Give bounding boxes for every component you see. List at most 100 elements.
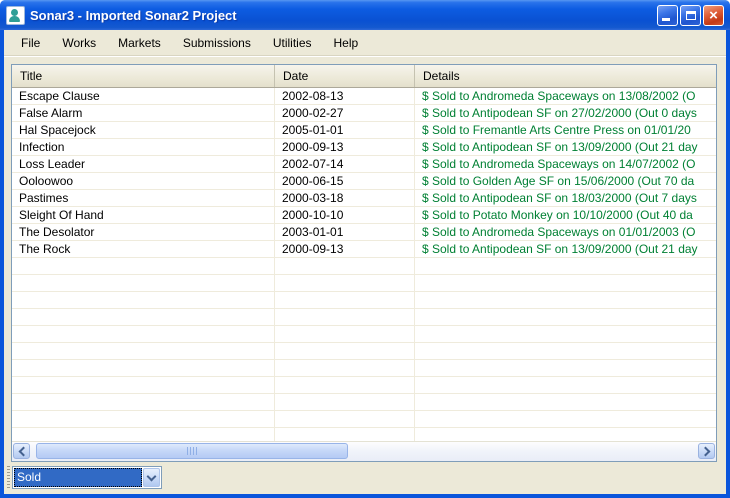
cell-details: $ Sold to Potato Monkey on 10/10/2000 (O…	[422, 208, 693, 222]
title-bar[interactable]: Sonar3 - Imported Sonar2 Project ×	[0, 0, 730, 30]
cell-date: 2000-06-15	[275, 173, 415, 189]
cell-date	[275, 326, 415, 342]
horizontal-scrollbar[interactable]	[12, 441, 716, 461]
cell-title: Pastimes	[12, 190, 275, 206]
column-header-title[interactable]: Title	[12, 65, 275, 87]
cell-date	[275, 343, 415, 359]
cell-date: 2000-02-27	[275, 105, 415, 121]
cell-title	[12, 326, 275, 342]
cell-date	[275, 258, 415, 274]
table-row[interactable]: False Alarm 2000-02-27 $ Sold to Antipodea…	[12, 105, 716, 122]
column-header-date[interactable]: Date	[275, 65, 415, 87]
cell-details	[415, 343, 716, 359]
cell-title: Infection	[12, 139, 275, 155]
cell-date	[275, 394, 415, 410]
scroll-right-button[interactable]	[698, 443, 715, 459]
minimize-button[interactable]	[657, 4, 678, 26]
close-button[interactable]: ×	[703, 4, 724, 26]
window-title: Sonar3 - Imported Sonar2 Project	[30, 7, 237, 23]
column-header-details[interactable]: Details	[415, 65, 716, 87]
menu-item-help[interactable]: Help	[323, 33, 370, 53]
cell-date	[275, 411, 415, 427]
cell-title	[12, 309, 275, 325]
chevron-down-icon	[146, 471, 157, 481]
cell-date: 2000-09-13	[275, 241, 415, 257]
app-window: Sonar3 - Imported Sonar2 Project × File W…	[0, 0, 730, 498]
filter-selected-value[interactable]: Sold	[14, 468, 142, 487]
table-row	[12, 258, 716, 275]
table-row	[12, 275, 716, 292]
cell-title	[12, 343, 275, 359]
table-row	[12, 292, 716, 309]
table-row	[12, 343, 716, 360]
cell-title: The Desolator	[12, 224, 275, 240]
scrollbar-thumb[interactable]	[36, 443, 348, 459]
scroll-left-button[interactable]	[13, 443, 30, 459]
cell-title: The Rock	[12, 241, 275, 257]
cell-date	[275, 360, 415, 376]
cell-details	[415, 326, 716, 342]
toolbar-gripper[interactable]	[7, 466, 10, 490]
menu-item-submissions[interactable]: Submissions	[172, 33, 262, 53]
cell-date	[275, 309, 415, 325]
window-controls: ×	[657, 4, 724, 26]
filter-toolbar: Sold	[4, 462, 726, 494]
cell-date	[275, 377, 415, 393]
table-row[interactable]: Hal Spacejock 2005-01-01 $ Sold to Fremant…	[12, 122, 716, 139]
table-row[interactable]: Escape Clause 2002-08-13 $ Sold to Androme…	[12, 88, 716, 105]
menu-item-utilities[interactable]: Utilities	[262, 33, 323, 53]
table-row	[12, 309, 716, 326]
maximize-icon	[686, 10, 696, 20]
cell-date: 2000-03-18	[275, 190, 415, 206]
cell-title: False Alarm	[12, 105, 275, 121]
menu-item-works[interactable]: Works	[51, 33, 107, 53]
submissions-table: Title Date Details Escape Clause 2002-08-…	[11, 64, 717, 462]
table-row	[12, 411, 716, 428]
menu-bar: File Works Markets Submissions Utilities Help	[4, 30, 726, 56]
cell-title	[12, 258, 275, 274]
cell-details	[415, 394, 716, 410]
table-row[interactable]: Loss Leader 2002-07-14 $ Sold to Andromeda…	[12, 156, 716, 173]
combobox-dropdown-button[interactable]	[143, 468, 160, 487]
cell-title: Escape Clause	[12, 88, 275, 104]
cell-title	[12, 428, 275, 441]
table-row[interactable]: The Rock 2000-09-13 $ Sold to Antipodean S…	[12, 241, 716, 258]
cell-details	[415, 309, 716, 325]
chevron-left-icon	[18, 446, 28, 456]
table-row[interactable]: Infection 2000-09-13 $ Sold to Antipodean …	[12, 139, 716, 156]
cell-details	[415, 428, 716, 441]
cell-date: 2002-08-13	[275, 88, 415, 104]
cell-date	[275, 275, 415, 291]
cell-title	[12, 377, 275, 393]
table-row[interactable]: Pastimes 2000-03-18 $ Sold to Antipodean S…	[12, 190, 716, 207]
table-row[interactable]: Ooloowoo 2000-06-15 $ Sold to Golden Age S…	[12, 173, 716, 190]
table-row[interactable]: The Desolator 2003-01-01 $ Sold to Androme…	[12, 224, 716, 241]
table-body: Escape Clause 2002-08-13 $ Sold to Androme…	[12, 88, 716, 441]
cell-date	[275, 292, 415, 308]
chevron-right-icon	[700, 446, 710, 456]
menu-item-file[interactable]: File	[10, 33, 51, 53]
cell-details	[415, 292, 716, 308]
cell-details: $ Sold to Antipodean SF on 27/02/2000 (O…	[422, 106, 697, 120]
app-icon[interactable]	[6, 5, 25, 25]
close-icon: ×	[709, 6, 718, 24]
cell-details: $ Sold to Antipodean SF on 13/09/2000 (O…	[422, 140, 698, 154]
minimize-icon	[662, 17, 670, 21]
cell-title: Loss Leader	[12, 156, 275, 172]
window-body: File Works Markets Submissions Utilities Help…	[0, 30, 730, 498]
cell-details	[415, 360, 716, 376]
cell-date: 2002-07-14	[275, 156, 415, 172]
menu-item-markets[interactable]: Markets	[107, 33, 172, 53]
filter-combobox[interactable]: Sold	[12, 466, 162, 489]
cell-details: $ Sold to Antipodean SF on 13/09/2000 (O…	[422, 242, 698, 256]
cell-date: 2000-10-10	[275, 207, 415, 223]
cell-title	[12, 394, 275, 410]
table-row[interactable]: Sleight Of Hand 2000-10-10 $ Sold to Potat…	[12, 207, 716, 224]
cell-details: $ Sold to Fremantle Arts Centre Press on…	[422, 123, 691, 137]
cell-details: $ Sold to Andromeda Spaceways on 01/01/2…	[422, 225, 696, 239]
cell-date	[275, 428, 415, 441]
cell-details	[415, 377, 716, 393]
table-row	[12, 326, 716, 343]
cell-details	[415, 411, 716, 427]
maximize-button[interactable]	[680, 4, 701, 26]
